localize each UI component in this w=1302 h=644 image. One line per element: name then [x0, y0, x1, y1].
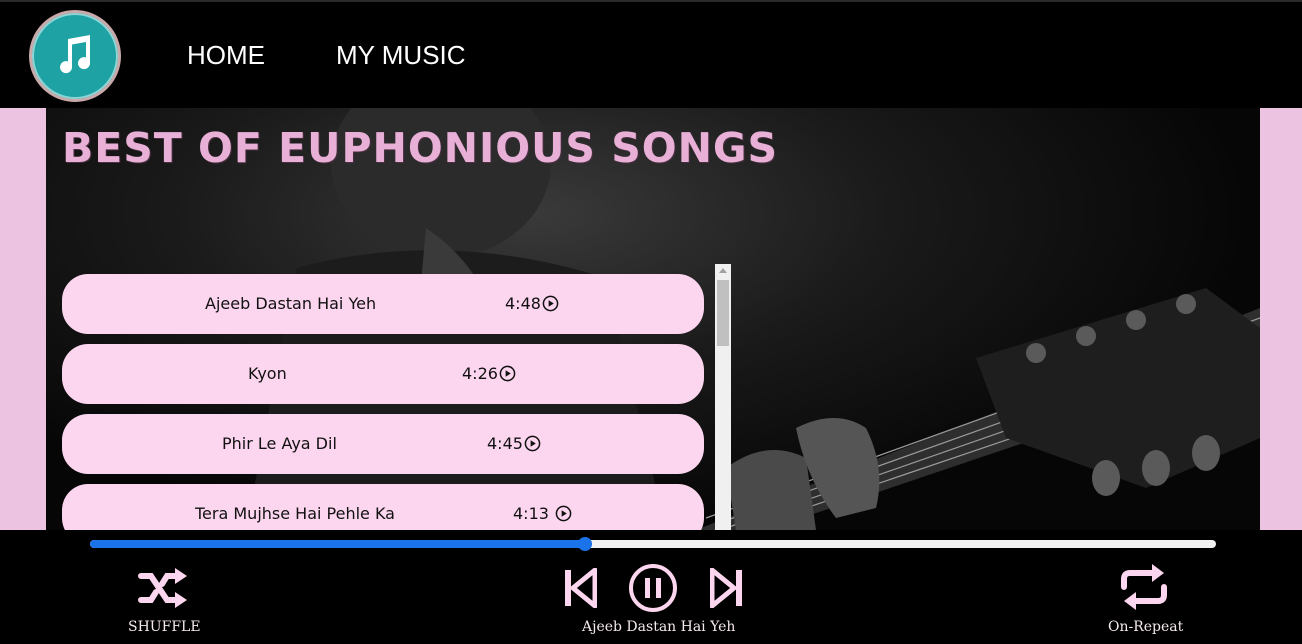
skip-previous-icon[interactable] [563, 568, 597, 608]
play-circle-icon[interactable] [555, 505, 572, 522]
play-circle-icon[interactable] [524, 435, 541, 452]
pause-circle-icon[interactable] [627, 562, 679, 614]
song-name: Phir Le Aya Dil [222, 434, 337, 453]
song-name: Tera Mujhse Hai Pehle Ka [195, 504, 395, 523]
progress-knob[interactable] [578, 537, 593, 551]
song-list: Ajeeb Dastan Hai Yeh 4:48 Kyon 4:26 Phir… [62, 274, 704, 530]
navbar: HOME MY MUSIC [0, 0, 1302, 108]
song-item[interactable]: Tera Mujhse Hai Pehle Ka 4:13 [62, 484, 704, 530]
song-duration-group: 4:13 [513, 504, 572, 523]
music-note-icon[interactable] [29, 10, 121, 102]
song-item[interactable]: Kyon 4:26 [62, 344, 704, 404]
song-duration-group: 4:45 [487, 434, 541, 453]
song-duration-group: 4:48 [505, 294, 559, 313]
repeat-label: On-Repeat [1108, 619, 1184, 635]
song-duration-group: 4:26 [462, 364, 516, 383]
song-duration: 4:48 [505, 294, 541, 313]
song-item[interactable]: Phir Le Aya Dil 4:45 [62, 414, 704, 474]
song-name: Kyon [248, 364, 287, 383]
scrollbar-thumb[interactable] [717, 280, 729, 346]
shuffle-icon[interactable] [137, 566, 189, 610]
progress-bar[interactable] [90, 537, 1216, 551]
main-section: BEST OF EUPHONIOUS SONGS Ajeeb Dastan Ha… [0, 108, 1302, 530]
progress-fill [90, 540, 586, 548]
nav-my-music-link[interactable]: MY MUSIC [336, 40, 466, 71]
song-list-scrollbar[interactable] [715, 264, 731, 530]
page-title: BEST OF EUPHONIOUS SONGS [62, 124, 779, 172]
song-duration: 4:13 [513, 504, 549, 523]
now-playing-title: Ajeeb Dastan Hai Yeh [582, 619, 736, 635]
scroll-up-arrow-icon[interactable] [719, 268, 727, 273]
song-duration: 4:45 [487, 434, 523, 453]
shuffle-label: SHUFFLE [128, 619, 201, 635]
repeat-icon[interactable] [1118, 563, 1170, 611]
nav-home-link[interactable]: HOME [187, 40, 265, 71]
skip-next-icon[interactable] [710, 568, 744, 608]
song-item[interactable]: Ajeeb Dastan Hai Yeh 4:48 [62, 274, 704, 334]
song-name: Ajeeb Dastan Hai Yeh [205, 294, 377, 313]
play-circle-icon[interactable] [499, 365, 516, 382]
player-bar: SHUFFLE Ajeeb Dastan Hai Yeh On-Repeat [0, 530, 1302, 644]
play-circle-icon[interactable] [542, 295, 559, 312]
song-duration: 4:26 [462, 364, 498, 383]
